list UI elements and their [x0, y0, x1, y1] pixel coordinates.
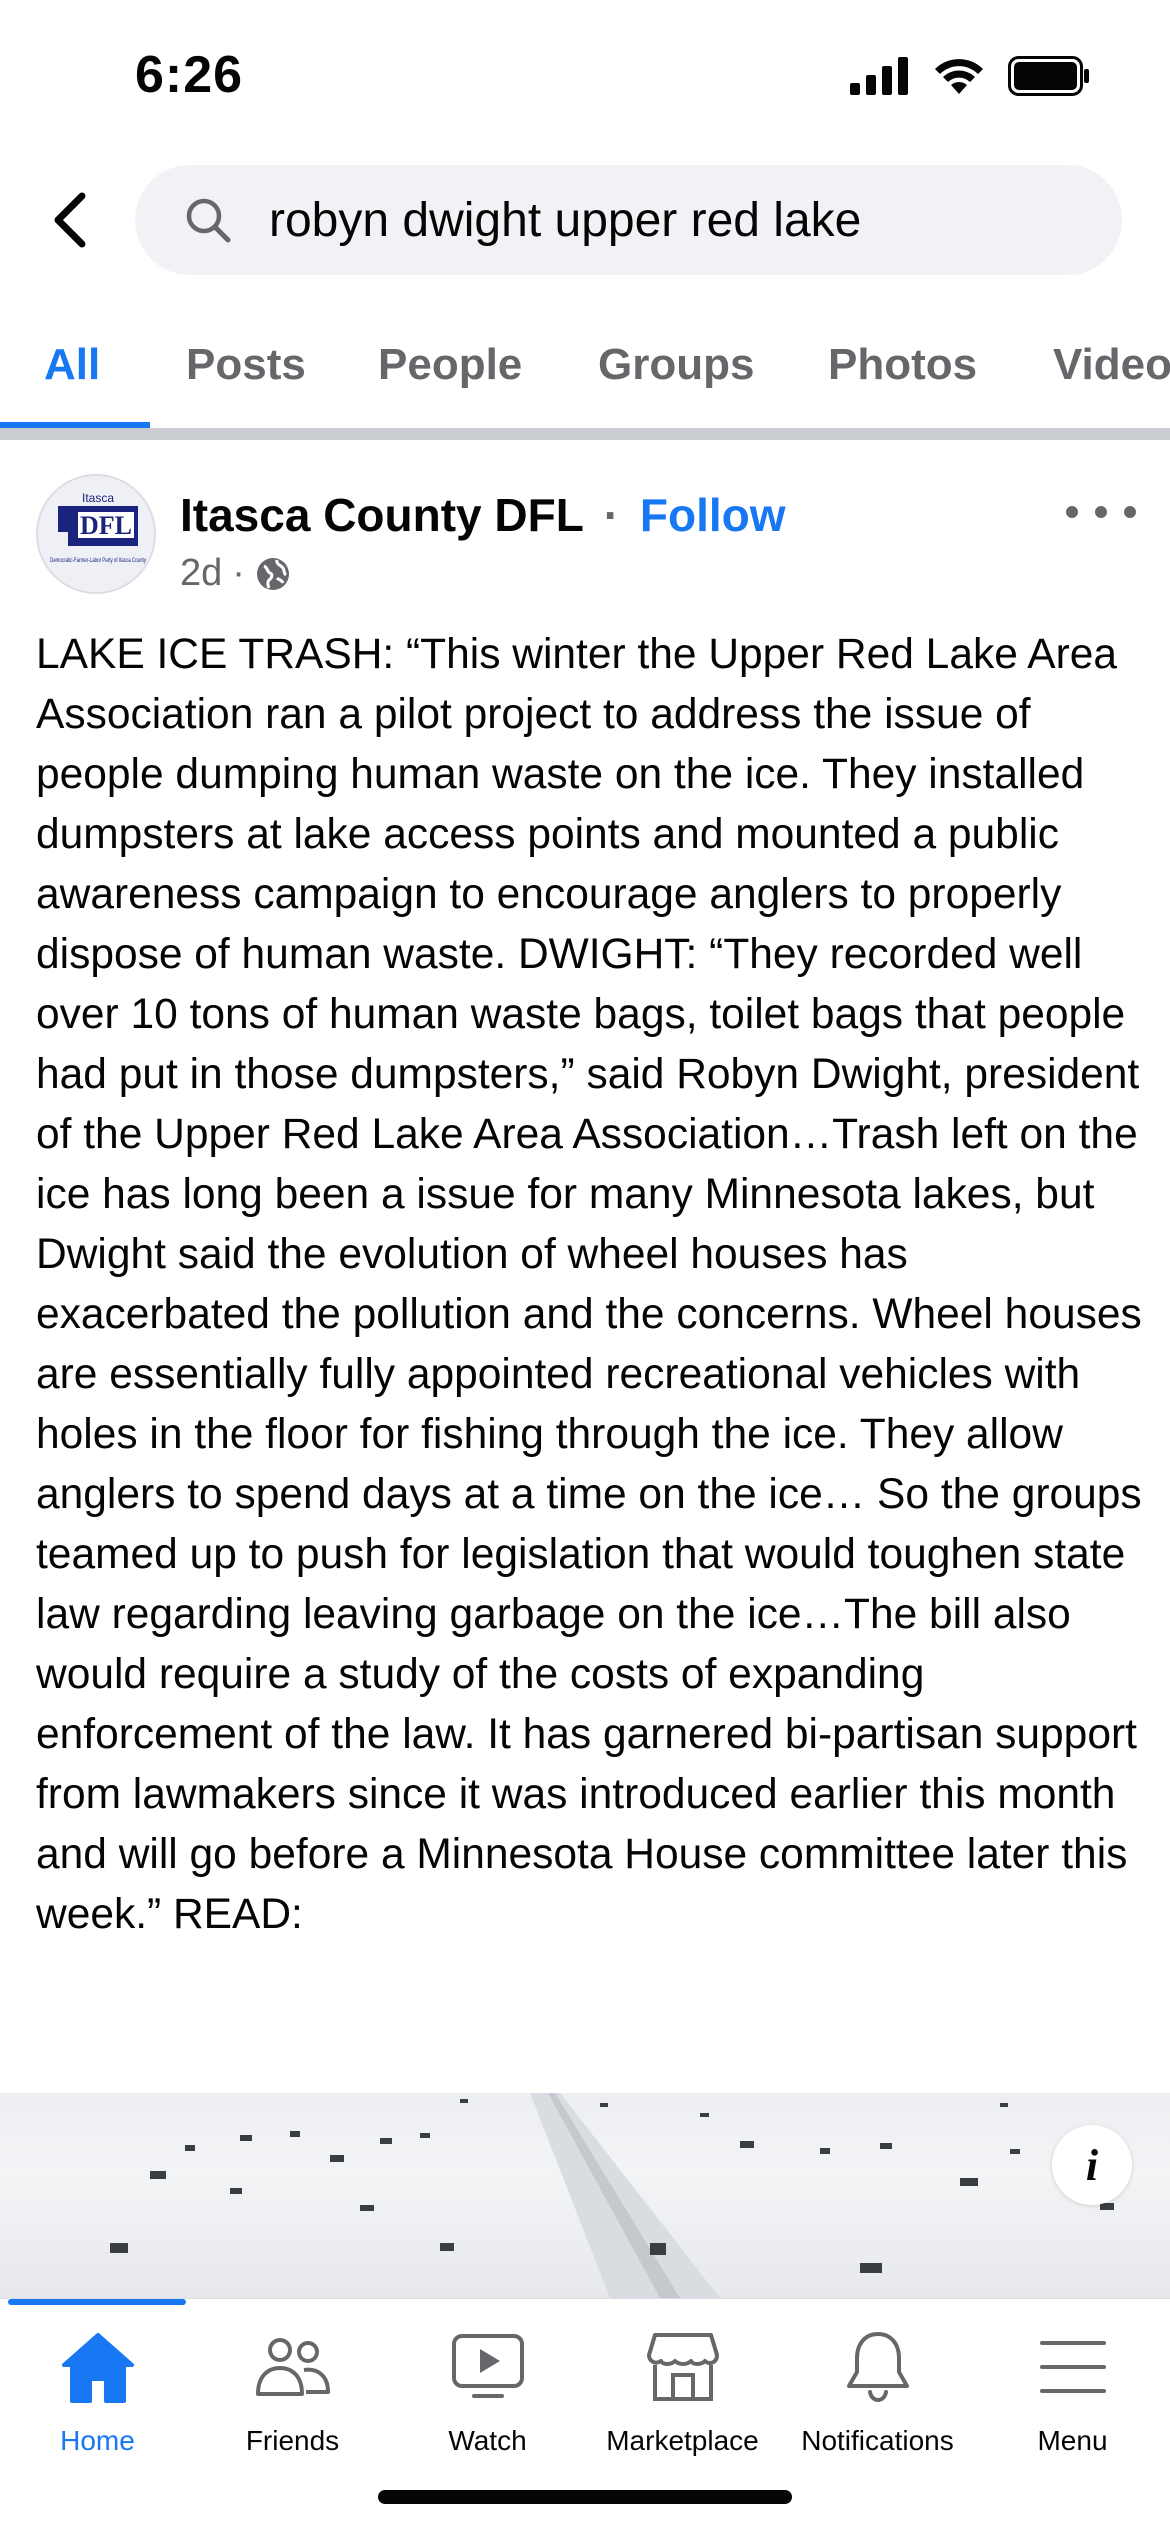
post-meta: 2d · — [180, 552, 291, 595]
tab-people[interactable]: People — [378, 340, 522, 390]
author-separator: · — [603, 489, 620, 541]
nav-menu-label: Menu — [1037, 2425, 1108, 2456]
search-filter-tabs: All Posts People Groups Photos Videos — [0, 300, 1170, 430]
search-query: robyn dwight upper red lake — [269, 193, 862, 247]
status-time: 6:26 — [135, 46, 244, 104]
meta-separator: · — [232, 552, 245, 594]
marketplace-icon — [646, 2333, 719, 2401]
nav-notifications-label: Notifications — [801, 2425, 954, 2456]
nav-watch-label: Watch — [448, 2425, 527, 2456]
tab-videos[interactable]: Videos — [1053, 340, 1170, 390]
avatar[interactable]: Itasca DFL Democratic-Farmer-Labor Party… — [36, 474, 156, 594]
status-bar: 6:26 — [0, 0, 1170, 150]
bell-icon — [846, 2332, 909, 2403]
tab-groups[interactable]: Groups — [598, 340, 754, 390]
more-dot — [1066, 506, 1078, 518]
search-header: robyn dwight upper red lake — [0, 150, 1170, 280]
wifi-icon — [935, 59, 983, 94]
search-icon — [186, 198, 231, 243]
nav-active-indicator — [8, 2299, 186, 2305]
watch-icon — [451, 2334, 524, 2398]
friends-icon — [255, 2338, 330, 2396]
nav-marketplace[interactable]: Marketplace — [585, 2327, 780, 2477]
tab-posts[interactable]: Posts — [186, 340, 306, 390]
avatar-logo-text: DFL — [80, 511, 132, 540]
nav-notifications[interactable]: Notifications — [780, 2327, 975, 2477]
home-indicator[interactable] — [378, 2490, 792, 2504]
nav-menu[interactable]: Menu — [975, 2327, 1170, 2477]
more-dot — [1095, 506, 1107, 518]
back-button[interactable] — [40, 190, 100, 250]
more-dot — [1124, 506, 1136, 518]
post-author-name[interactable]: Itasca County DFL — [180, 489, 583, 541]
nav-home[interactable]: Home — [0, 2327, 195, 2477]
nav-home-label: Home — [60, 2425, 135, 2456]
home-icon — [61, 2333, 134, 2403]
info-button[interactable]: i — [1052, 2125, 1132, 2205]
post-body-text: LAKE ICE TRASH: “This winter the Upper R… — [36, 631, 1142, 1938]
nav-watch[interactable]: Watch — [390, 2327, 585, 2477]
battery-icon — [1008, 56, 1089, 96]
post-header: Itasca DFL Democratic-Farmer-Labor Party… — [0, 470, 1170, 620]
more-options-button[interactable] — [1066, 492, 1136, 532]
post-link-image[interactable]: i — [0, 2093, 1170, 2298]
itasca-dfl-logo: Itasca DFL Democratic-Farmer-Labor Party… — [38, 476, 154, 592]
menu-icon — [1039, 2341, 1106, 2393]
frozen-lake-image — [110, 2093, 1114, 2298]
tab-all[interactable]: All — [44, 340, 100, 390]
post-timestamp[interactable]: 2d — [180, 552, 222, 595]
tabs-divider — [0, 428, 1170, 440]
globe-icon — [256, 557, 289, 590]
search-input[interactable]: robyn dwight upper red lake — [135, 165, 1122, 275]
nav-friends[interactable]: Friends — [195, 2327, 390, 2477]
nav-friends-label: Friends — [245, 2425, 340, 2456]
tab-photos[interactable]: Photos — [828, 340, 977, 390]
status-icons — [850, 56, 1090, 96]
avatar-caption: Democratic-Farmer-Labor Party of Itasca … — [50, 558, 146, 564]
cellular-signal-icon — [850, 57, 908, 95]
post-author-line: Itasca County DFL · Follow — [180, 488, 786, 542]
avatar-top-text: Itasca — [82, 491, 114, 505]
nav-marketplace-label: Marketplace — [606, 2425, 759, 2456]
follow-button[interactable]: Follow — [640, 489, 786, 541]
chevron-left-icon — [54, 192, 86, 248]
